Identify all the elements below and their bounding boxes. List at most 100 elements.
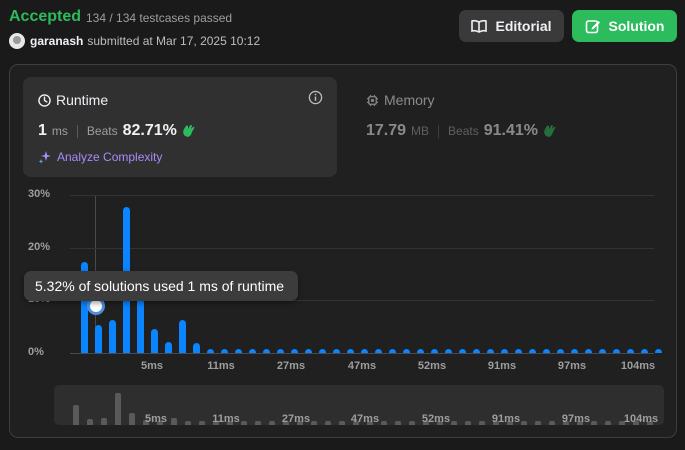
memory-value: 17.79 (366, 122, 407, 139)
memory-beats-label: Beats (448, 124, 479, 138)
chart-bar[interactable] (543, 349, 550, 353)
mini-chart-bar (521, 421, 527, 425)
x-tick-label: 104ms (620, 360, 656, 372)
chart-bar[interactable] (165, 342, 172, 353)
y-tick-label: 20% (28, 240, 51, 253)
editorial-label: Editorial (495, 18, 552, 34)
analyze-complexity-label: Analyze Complexity (57, 150, 163, 164)
mini-chart-bar (605, 421, 611, 425)
chart-bar[interactable] (151, 329, 158, 353)
chart-bar[interactable] (179, 319, 186, 353)
memory-title: Memory (366, 92, 435, 108)
chart-bar[interactable] (319, 349, 326, 353)
mini-x-tick-label: 52ms (421, 413, 451, 425)
runtime-beats-percent: 82.71% (122, 122, 177, 139)
editorial-button[interactable]: Editorial (459, 10, 564, 42)
chart-bar[interactable] (277, 349, 284, 353)
gridline (70, 195, 654, 196)
chart-bar[interactable] (109, 320, 116, 353)
clap-icon (183, 125, 195, 137)
solution-label: Solution (608, 18, 665, 34)
chart-bar[interactable] (487, 349, 494, 353)
chart-bar[interactable] (263, 349, 270, 353)
mini-chart-bar (339, 421, 345, 425)
chart-bar[interactable] (95, 325, 102, 353)
y-tick-label: 30% (28, 188, 51, 200)
chip-icon (366, 94, 379, 106)
edit-icon (585, 20, 600, 34)
analyze-complexity-link[interactable]: Analyze Complexity (38, 150, 162, 164)
mini-chart-bar (591, 421, 597, 425)
chart-bar[interactable] (375, 349, 382, 353)
mini-chart-bar (395, 421, 401, 425)
mini-chart-bar (409, 421, 415, 425)
mini-x-tick-label: 47ms (350, 413, 380, 425)
sparkle-icon (38, 151, 51, 164)
divider (76, 124, 78, 138)
chart-bar[interactable] (641, 349, 648, 353)
chart-bar[interactable] (515, 349, 522, 353)
chart-bar[interactable] (459, 349, 466, 353)
mini-chart-bar (171, 417, 177, 425)
chart-range-slider[interactable]: 5ms 11ms 27ms 47ms 52ms 91ms 97ms 104ms (54, 385, 664, 425)
chart-bar[interactable] (347, 349, 354, 353)
x-tick-label: 52ms (417, 360, 447, 372)
chart-bar[interactable] (529, 349, 536, 353)
memory-card[interactable]: Memory 17.79 MB Beats 91.41% (353, 77, 653, 177)
mini-chart-bar (451, 421, 457, 425)
chart-bar[interactable] (403, 349, 410, 353)
chart-bar[interactable] (599, 349, 606, 353)
x-tick-label: 47ms (347, 360, 377, 372)
chart-bar[interactable] (305, 349, 312, 353)
chart-bar[interactable] (655, 349, 662, 353)
chart-bar[interactable] (571, 349, 578, 353)
mini-chart-bar (87, 418, 93, 425)
chart-bar[interactable] (193, 342, 200, 353)
chart-bar[interactable] (137, 299, 144, 353)
clap-icon (544, 125, 556, 137)
y-tick-label: 0% (28, 346, 44, 358)
mini-chart-bar (535, 421, 541, 425)
memory-title-text: Memory (384, 92, 435, 108)
chart-bar[interactable] (473, 349, 480, 353)
runtime-card[interactable]: Runtime 1 ms Beats 82.71% Analyze Comple… (23, 77, 337, 177)
status-accepted: Accepted (9, 8, 82, 25)
mini-chart-bar (115, 393, 121, 425)
chart-bar[interactable] (557, 349, 564, 353)
chart-bar[interactable] (445, 349, 452, 353)
gridline (70, 247, 654, 249)
solution-button[interactable]: Solution (572, 10, 677, 42)
mini-x-tick-label: 97ms (561, 413, 591, 425)
mini-x-tick-label: 104ms (623, 413, 659, 425)
chart-bar[interactable] (431, 349, 438, 353)
mini-x-tick-label: 91ms (491, 413, 521, 425)
chart-bar[interactable] (627, 349, 634, 353)
chart-bar[interactable] (291, 349, 298, 353)
avatar[interactable] (9, 33, 25, 49)
chart-bar[interactable] (417, 349, 424, 353)
mini-chart-bar (311, 421, 317, 425)
chart-bar[interactable] (389, 349, 396, 353)
chart-bar[interactable] (221, 349, 228, 353)
chart-bar[interactable] (333, 349, 340, 353)
memory-beats-percent: 91.41% (483, 122, 538, 139)
chart-bar[interactable] (235, 349, 242, 353)
memory-metric: 17.79 MB Beats 91.41% (366, 122, 558, 140)
mini-x-tick-label: 5ms (144, 413, 168, 425)
chart-bar[interactable] (361, 349, 368, 353)
mini-chart-bar (185, 421, 191, 425)
runtime-title: Runtime (38, 92, 108, 108)
divider (438, 124, 440, 138)
mini-chart-bar (199, 421, 205, 425)
chart-bar[interactable] (207, 349, 214, 353)
chart-bar[interactable] (585, 349, 592, 353)
mini-chart-bar (325, 421, 331, 425)
chart-bar[interactable] (613, 349, 620, 353)
gridline (70, 353, 654, 354)
username-link[interactable]: garanash (30, 34, 83, 48)
mini-chart-bar (241, 421, 247, 425)
info-icon[interactable] (308, 90, 323, 105)
chart-bar[interactable] (501, 349, 508, 353)
chart-tooltip: 5.32% of solutions used 1 ms of runtime (24, 271, 298, 301)
chart-bar[interactable] (249, 349, 256, 353)
